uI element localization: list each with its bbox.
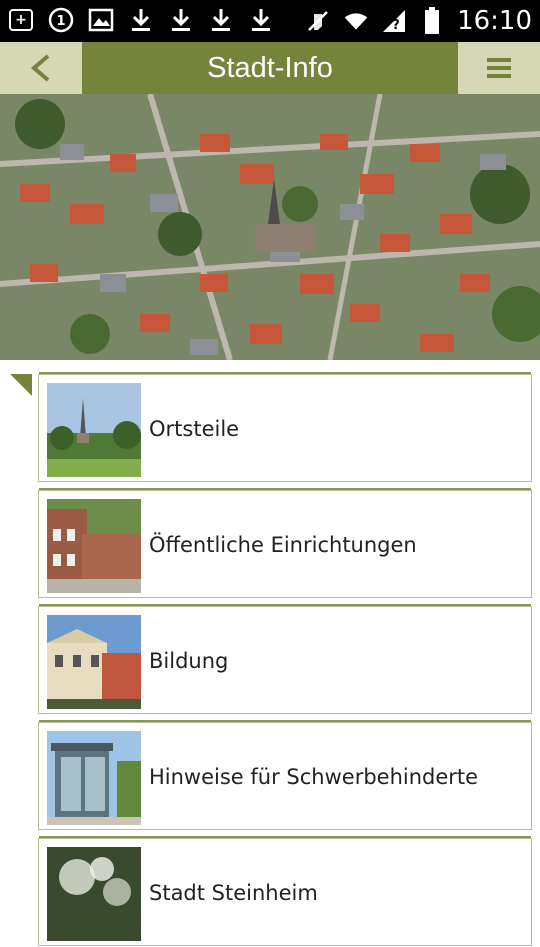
hamburger-menu-icon <box>487 58 511 78</box>
hinweise-schwerbehinderte-thumbnail <box>47 731 141 825</box>
stadt-info-menu-list: Ortsteile Öffentliche Einrichtungen Bild… <box>0 360 540 946</box>
download-icon <box>168 6 194 34</box>
battery-icon <box>419 7 445 35</box>
wifi-icon <box>343 7 369 35</box>
status-time: 16:10 <box>457 6 532 36</box>
back-chevron-icon <box>30 54 50 82</box>
status-bar: + 1 ? 16:10 <box>0 0 540 42</box>
list-item-label: Bildung <box>149 649 229 673</box>
image-icon <box>88 6 114 34</box>
page-title: Stadt-Info <box>207 52 333 84</box>
bildung-thumbnail <box>47 615 141 709</box>
signal-unknown-icon: ? <box>381 7 407 35</box>
list-item-bildung[interactable]: Bildung <box>38 604 532 714</box>
download-icon <box>208 6 234 34</box>
ortsteile-thumbnail <box>47 383 141 477</box>
download-icon <box>248 6 274 34</box>
corner-triangle-icon <box>10 374 32 396</box>
status-notifications: + 1 <box>8 6 274 34</box>
list-item-label: Ortsteile <box>149 417 240 441</box>
list-item-hinweise-schwerbehinderte[interactable]: Hinweise für Schwerbehinderte <box>38 720 532 830</box>
app-bar: Stadt-Info <box>0 42 540 94</box>
svg-text:1: 1 <box>56 14 65 29</box>
stadt-steinheim-thumbnail <box>47 847 141 941</box>
list-item-stadt-steinheim[interactable]: Stadt Steinheim <box>38 836 532 946</box>
status-system: ? 16:10 <box>305 6 532 36</box>
town-aerial-photo <box>0 94 540 360</box>
one-circle-icon: 1 <box>48 6 74 34</box>
svg-text:?: ? <box>392 18 400 33</box>
list-item-oeffentliche-einrichtungen[interactable]: Öffentliche Einrichtungen <box>38 488 532 598</box>
add-box-icon: + <box>8 6 34 34</box>
list-item-label: Hinweise für Schwerbehinderte <box>149 765 479 789</box>
oeffentliche-einrichtungen-thumbnail <box>47 499 141 593</box>
list-item-ortsteile[interactable]: Ortsteile <box>38 372 532 482</box>
back-button[interactable] <box>0 42 82 94</box>
list-item-label: Stadt Steinheim <box>149 881 318 905</box>
menu-button[interactable] <box>458 42 540 94</box>
mute-icon <box>305 7 331 35</box>
list-item-label: Öffentliche Einrichtungen <box>149 533 417 557</box>
download-icon <box>128 6 154 34</box>
